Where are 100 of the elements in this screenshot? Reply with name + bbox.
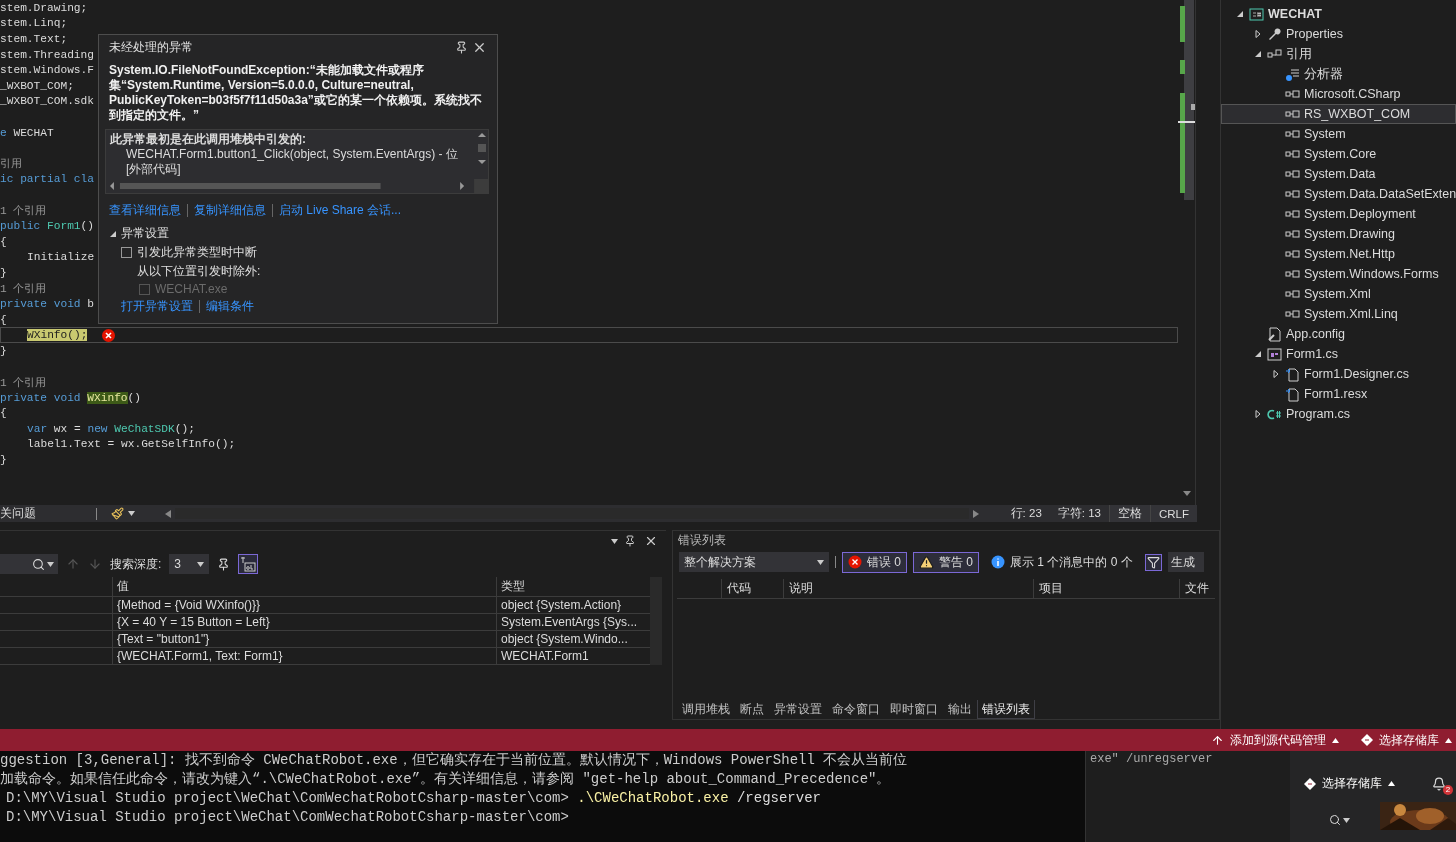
depth-select[interactable]: 3 xyxy=(169,554,210,574)
code-text: } xyxy=(0,344,7,357)
code-text: wx = xyxy=(53,422,82,435)
collapse-icon[interactable] xyxy=(109,229,117,238)
tree-item[interactable]: App.config xyxy=(1221,324,1456,344)
link[interactable]: 查看详细信息 xyxy=(109,202,181,219)
code-lens[interactable]: 引用 xyxy=(0,156,22,172)
collapse-icon[interactable] xyxy=(1236,10,1244,18)
column-header[interactable]: 文件 xyxy=(1179,579,1215,598)
tree-item[interactable]: Microsoft.CSharp xyxy=(1221,84,1456,104)
warning-icon xyxy=(919,554,934,570)
code-text: stem.Drawing; xyxy=(0,1,88,14)
expand-icon[interactable] xyxy=(1254,30,1262,38)
caret-icon xyxy=(1445,737,1452,743)
filter-toggle[interactable]: 警告 0 xyxy=(913,551,980,573)
stack-frame: WECHAT.Form1.button1_Click(object, System.EventArgs) - 位 xyxy=(110,147,472,162)
code-text: { xyxy=(0,235,7,248)
vertical-scrollbar[interactable] xyxy=(650,577,662,665)
checkbox-option[interactable]: 引发此异常类型时中断 xyxy=(109,244,489,261)
tool-tab[interactable]: 断点 xyxy=(735,700,769,719)
caret-icon xyxy=(611,538,618,544)
filter-icon[interactable] xyxy=(1144,553,1162,571)
tree-item[interactable]: System.Deployment xyxy=(1221,204,1456,224)
analyzer-icon xyxy=(1285,66,1300,82)
status-bar-button[interactable]: 选择存储库 xyxy=(1361,731,1452,749)
tree-item[interactable]: System.Net.Http xyxy=(1221,244,1456,264)
search-icon[interactable] xyxy=(1329,814,1341,826)
tree-item[interactable]: System.Xml.Linq xyxy=(1221,304,1456,324)
tree-item[interactable]: System.Windows.Forms xyxy=(1221,264,1456,284)
tree-item[interactable]: Form1.resx xyxy=(1221,384,1456,404)
link[interactable]: 启动 Live Share 会话... xyxy=(279,202,402,219)
tree-item[interactable]: Program.cs xyxy=(1221,404,1456,424)
source-select[interactable]: 生成 xyxy=(1167,552,1204,572)
code-text: Initialize xyxy=(27,251,95,264)
string-view-icon[interactable] xyxy=(238,554,259,574)
collapse-icon[interactable] xyxy=(1254,50,1262,58)
link[interactable]: 复制详细信息 xyxy=(194,202,266,219)
link[interactable]: 编辑条件 xyxy=(206,298,254,315)
code-lens[interactable]: 1 个引用 xyxy=(0,203,47,218)
caret-icon xyxy=(47,561,54,567)
tool-tab[interactable]: 调用堆栈 xyxy=(677,700,735,719)
column-header[interactable]: 项目 xyxy=(1033,579,1179,598)
column-header[interactable]: 说明 xyxy=(783,579,1033,598)
tree-item[interactable]: Form1.Designer.cs xyxy=(1221,364,1456,384)
tool-tab[interactable]: 异常设置 xyxy=(769,700,827,719)
filter-toggle[interactable]: 错误 0 xyxy=(842,551,907,573)
search-field[interactable] xyxy=(0,554,58,574)
scroll-left-icon[interactable] xyxy=(165,509,171,518)
column-header[interactable]: 值 xyxy=(112,577,496,597)
status-bar-button[interactable]: 添加到源代码管理 xyxy=(1211,731,1339,749)
code-text: } xyxy=(0,454,7,466)
expand-icon[interactable] xyxy=(1254,410,1262,418)
info-icon xyxy=(991,555,1006,569)
column-header[interactable]: 代码 xyxy=(721,579,783,598)
code-text: stem.Windows.F xyxy=(0,64,94,77)
arrow-up-icon xyxy=(1211,733,1224,747)
code-text: ic partial cla xyxy=(0,173,94,186)
panel-menu-icon[interactable] xyxy=(611,538,618,544)
collapse-icon[interactable] xyxy=(1254,350,1262,358)
code-text: private void xyxy=(0,298,82,311)
indent-mode[interactable]: 空格 xyxy=(1108,505,1150,522)
line-ending[interactable]: CRLF xyxy=(1149,505,1197,522)
code-text: private void xyxy=(0,391,82,404)
settings-label: 从以下位置引发时除外: xyxy=(136,263,262,280)
code-lens[interactable]: 1 个引用 xyxy=(0,281,47,296)
tool-tab[interactable]: 即时窗口 xyxy=(885,700,943,719)
repository-button[interactable]: 选择存储库 xyxy=(1304,775,1395,792)
filter-toggle[interactable]: 展示 1 个消息中的 0 个 xyxy=(985,551,1139,573)
tree-item[interactable]: System.Data.DataSetExten xyxy=(1221,184,1456,204)
tree-item[interactable]: 分析器 xyxy=(1221,64,1456,84)
file-icon xyxy=(1285,366,1300,382)
table-cell: {Text = "button1"} xyxy=(112,631,496,648)
tree-item[interactable]: System xyxy=(1221,124,1456,144)
tree-item[interactable]: System.Core xyxy=(1221,144,1456,164)
code-text: public xyxy=(0,220,42,233)
caret-icon xyxy=(128,511,135,516)
code-lens[interactable]: 1 个引用 xyxy=(0,374,47,390)
diamond-icon xyxy=(1361,734,1373,746)
caret-icon xyxy=(197,561,205,567)
tool-tab[interactable]: 错误列表 xyxy=(977,700,1035,719)
tree-item[interactable]: System.Drawing xyxy=(1221,224,1456,244)
tree-item[interactable]: System.Xml xyxy=(1221,284,1456,304)
tree-item[interactable]: RS_WXBOT_COM xyxy=(1221,104,1456,124)
tree-item[interactable]: 引用 xyxy=(1221,44,1456,64)
tree-item[interactable]: WECHAT xyxy=(1221,4,1456,24)
expand-icon[interactable] xyxy=(1272,370,1280,378)
tool-tab[interactable]: 命令窗口 xyxy=(827,700,885,719)
brush-icon[interactable] xyxy=(111,507,124,520)
tree-item[interactable]: System.Data xyxy=(1221,164,1456,184)
code-text: WXinfo xyxy=(87,391,128,404)
code-text: WXinfo(); xyxy=(27,329,88,342)
tool-tab[interactable]: 输出 xyxy=(943,700,977,719)
scroll-right-icon[interactable] xyxy=(972,509,979,518)
scope-select[interactable]: 整个解决方案 xyxy=(679,552,829,572)
tree-item[interactable]: Properties xyxy=(1221,24,1456,44)
pin-icon[interactable] xyxy=(217,557,231,571)
settings-toggle[interactable]: 异常设置 xyxy=(109,225,489,242)
link[interactable]: 打开异常设置 xyxy=(121,298,193,315)
tree-item[interactable]: Form1.cs xyxy=(1221,344,1456,364)
search-depth-label: 搜索深度: xyxy=(110,555,162,573)
